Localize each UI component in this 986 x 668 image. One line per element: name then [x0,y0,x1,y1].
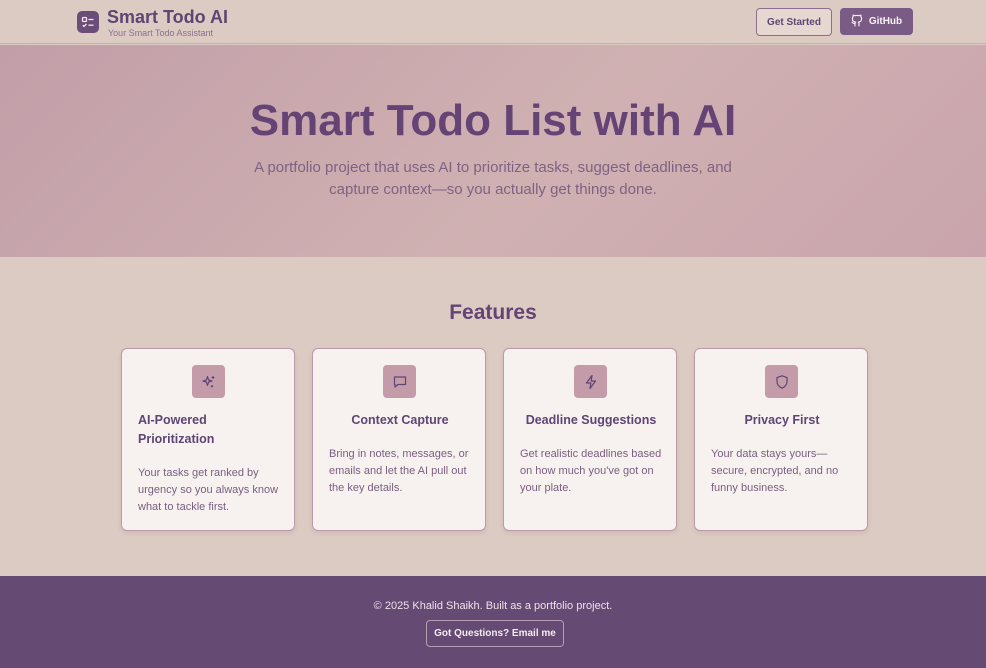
feature-description: Bring in notes, messages, or emails and … [329,448,469,494]
feature-title: AI-Powered Prioritization [138,413,215,446]
github-button[interactable]: GitHub [840,8,913,35]
top-nav: Smart Todo AI Your Smart Todo Assistant … [0,0,986,44]
logo-icon[interactable] [77,11,99,33]
feature-description: Get realistic deadlines based on how muc… [520,448,662,494]
feature-card-privacy: Privacy First Your data stays yours—secu… [694,348,868,531]
feature-card-context: Context Capture Bring in notes, messages… [312,348,486,531]
feature-description: Your data stays yours—secure, encrypted,… [711,448,839,494]
get-started-button[interactable]: Get Started [756,8,832,36]
feature-description: Your tasks get ranked by urgency so you … [138,467,279,513]
message-icon [383,365,416,398]
shield-icon [765,365,798,398]
email-contact-button[interactable]: Got Questions? Email me [426,620,564,647]
features-heading: Features [449,301,537,324]
footer: © 2025 Khalid Shaikh. Built as a portfol… [0,576,986,668]
lightning-icon [574,365,607,398]
hero-title: Smart Todo List with AI [249,96,737,145]
hero-description: A portfolio project that uses AI to prio… [254,159,732,198]
sparkles-icon [192,365,225,398]
footer-copyright: © 2025 Khalid Shaikh. Built as a portfol… [373,600,613,612]
brand-title[interactable]: Smart Todo AI [107,7,228,28]
feature-card-prioritization: AI-Powered Prioritization Your tasks get… [121,348,295,531]
feature-title: Deadline Suggestions [525,413,657,427]
hero-section: Smart Todo List with AI A portfolio proj… [0,45,986,257]
github-label: GitHub [868,16,903,27]
github-icon [851,13,863,30]
feature-title: Context Capture [351,413,449,427]
brand-subtitle: Your Smart Todo Assistant [108,28,214,38]
feature-card-deadlines: Deadline Suggestions Get realistic deadl… [503,348,677,531]
feature-title: Privacy First [744,413,820,427]
